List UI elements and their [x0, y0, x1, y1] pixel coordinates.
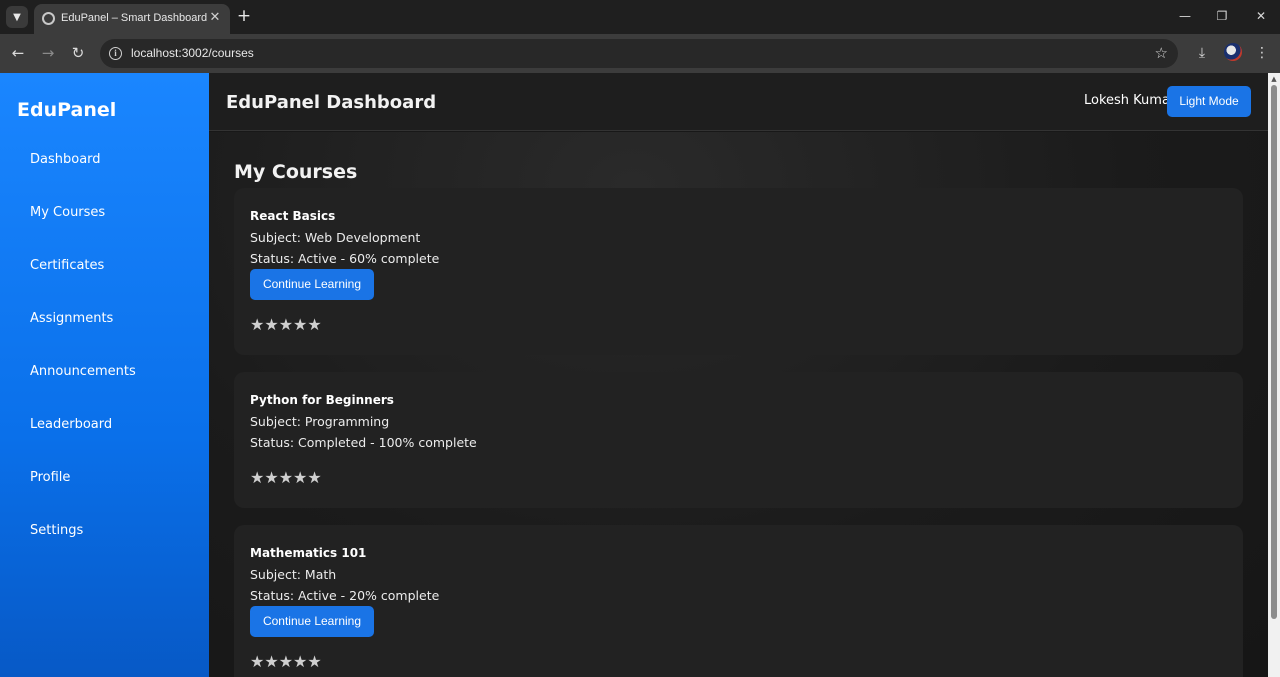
sidebar-item-profile[interactable]: Profile	[30, 470, 70, 485]
window-close-icon[interactable]: ✕	[1248, 6, 1274, 26]
reload-icon[interactable]: ↻	[67, 42, 89, 64]
page-title: EduPanel Dashboard	[226, 92, 437, 113]
sidebar-item-leaderboard[interactable]: Leaderboard	[30, 417, 112, 432]
course-status: Status: Completed - 100% complete	[250, 435, 477, 450]
course-status: Status: Active - 20% complete	[250, 588, 440, 603]
browser-toolbar: ← → ↻ i localhost:3002/courses ☆ ⤓ ⋮	[0, 34, 1280, 73]
continue-learning-button[interactable]: Continue Learning	[250, 269, 374, 300]
section-title: My Courses	[234, 161, 358, 183]
download-icon[interactable]: ⤓	[1191, 42, 1213, 64]
light-mode-button[interactable]: Light Mode	[1167, 86, 1251, 117]
top-header: EduPanel Dashboard Lokesh Kumar Light Mo…	[209, 73, 1268, 131]
sidebar-item-my-courses[interactable]: My Courses	[30, 205, 105, 220]
course-name: Mathematics 101	[250, 546, 367, 560]
main-area: EduPanel Dashboard Lokesh Kumar Light Mo…	[209, 73, 1268, 677]
plus-icon[interactable]: +	[234, 6, 254, 26]
back-arrow-icon[interactable]: ←	[7, 42, 29, 64]
star-rating[interactable]: ★★★★★	[250, 315, 322, 334]
course-card: React Basics Subject: Web Development St…	[234, 188, 1243, 355]
brand-logo-text: EduPanel	[17, 99, 117, 121]
kebab-menu-icon[interactable]: ⋮	[1251, 42, 1273, 64]
scroll-up-icon[interactable]: ▲	[1270, 75, 1278, 83]
url-text[interactable]: localhost:3002/courses	[131, 46, 254, 60]
info-icon[interactable]: i	[109, 47, 122, 60]
browser-tab-bar: ▼ EduPanel – Smart Dashboard ✕ + — ❐ ✕	[0, 0, 1280, 34]
sidebar: EduPanel Dashboard My Courses Certificat…	[0, 73, 209, 677]
sidebar-item-assignments[interactable]: Assignments	[30, 311, 113, 326]
sidebar-item-dashboard[interactable]: Dashboard	[30, 152, 101, 167]
star-rating[interactable]: ★★★★★	[250, 652, 322, 671]
address-bar[interactable]: i localhost:3002/courses ☆	[100, 39, 1178, 68]
sidebar-item-announcements[interactable]: Announcements	[30, 364, 136, 379]
chevron-down-icon[interactable]: ▼	[6, 6, 28, 28]
close-icon[interactable]: ✕	[206, 9, 224, 27]
globe-icon	[42, 12, 55, 25]
sidebar-item-certificates[interactable]: Certificates	[30, 258, 104, 273]
sidebar-item-settings[interactable]: Settings	[30, 523, 83, 538]
course-card: Mathematics 101 Subject: Math Status: Ac…	[234, 525, 1243, 677]
continue-learning-button[interactable]: Continue Learning	[250, 606, 374, 637]
scroll-thumb[interactable]	[1271, 85, 1277, 619]
course-status: Status: Active - 60% complete	[250, 251, 440, 266]
app-root: EduPanel Dashboard My Courses Certificat…	[0, 73, 1280, 677]
star-icon[interactable]: ☆	[1155, 44, 1168, 62]
forward-arrow-icon[interactable]: →	[37, 42, 59, 64]
course-subject: Subject: Math	[250, 567, 337, 582]
minimize-icon[interactable]: —	[1172, 6, 1198, 26]
course-subject: Subject: Programming	[250, 414, 390, 429]
course-name: Python for Beginners	[250, 393, 394, 407]
course-name: React Basics	[250, 209, 336, 223]
page-scrollbar[interactable]: ▲	[1268, 73, 1280, 677]
tab-title: EduPanel – Smart Dashboard	[61, 12, 208, 24]
course-card: Python for Beginners Subject: Programmin…	[234, 372, 1243, 508]
course-subject: Subject: Web Development	[250, 230, 421, 245]
restore-icon[interactable]: ❐	[1209, 6, 1235, 26]
user-name: Lokesh Kumar	[1084, 93, 1176, 108]
profile-avatar[interactable]	[1224, 43, 1242, 61]
courses-content[interactable]: My Courses React Basics Subject: Web Dev…	[209, 132, 1268, 677]
browser-tab[interactable]: EduPanel – Smart Dashboard ✕	[34, 4, 230, 34]
star-rating[interactable]: ★★★★★	[250, 468, 322, 487]
